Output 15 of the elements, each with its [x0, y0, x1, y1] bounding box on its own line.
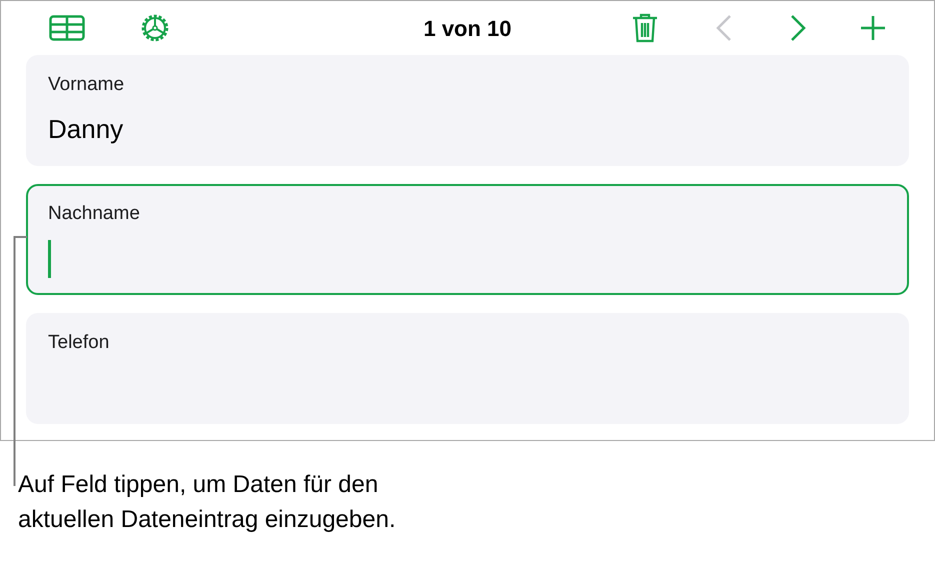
- field-label: Nachname: [48, 202, 141, 226]
- table-icon[interactable]: [49, 15, 85, 41]
- gear-icon[interactable]: [139, 12, 171, 44]
- next-button[interactable]: [790, 14, 806, 42]
- form-field[interactable]: Vorname Danny: [26, 55, 909, 166]
- field-value: Danny: [48, 113, 124, 146]
- form-field[interactable]: Nachname: [26, 184, 909, 295]
- trash-icon[interactable]: [632, 13, 658, 43]
- text-cursor: [48, 240, 51, 278]
- field-label: Vorname: [48, 73, 126, 97]
- record-counter: 1 von 10: [423, 14, 512, 42]
- form-field[interactable]: Telefon: [26, 313, 909, 424]
- callout-text: Auf Feld tippen, um Daten für den aktuellen Dateneintrag einzugeben.: [18, 470, 397, 535]
- add-icon[interactable]: [860, 15, 886, 41]
- field-label: Telefon: [48, 331, 110, 355]
